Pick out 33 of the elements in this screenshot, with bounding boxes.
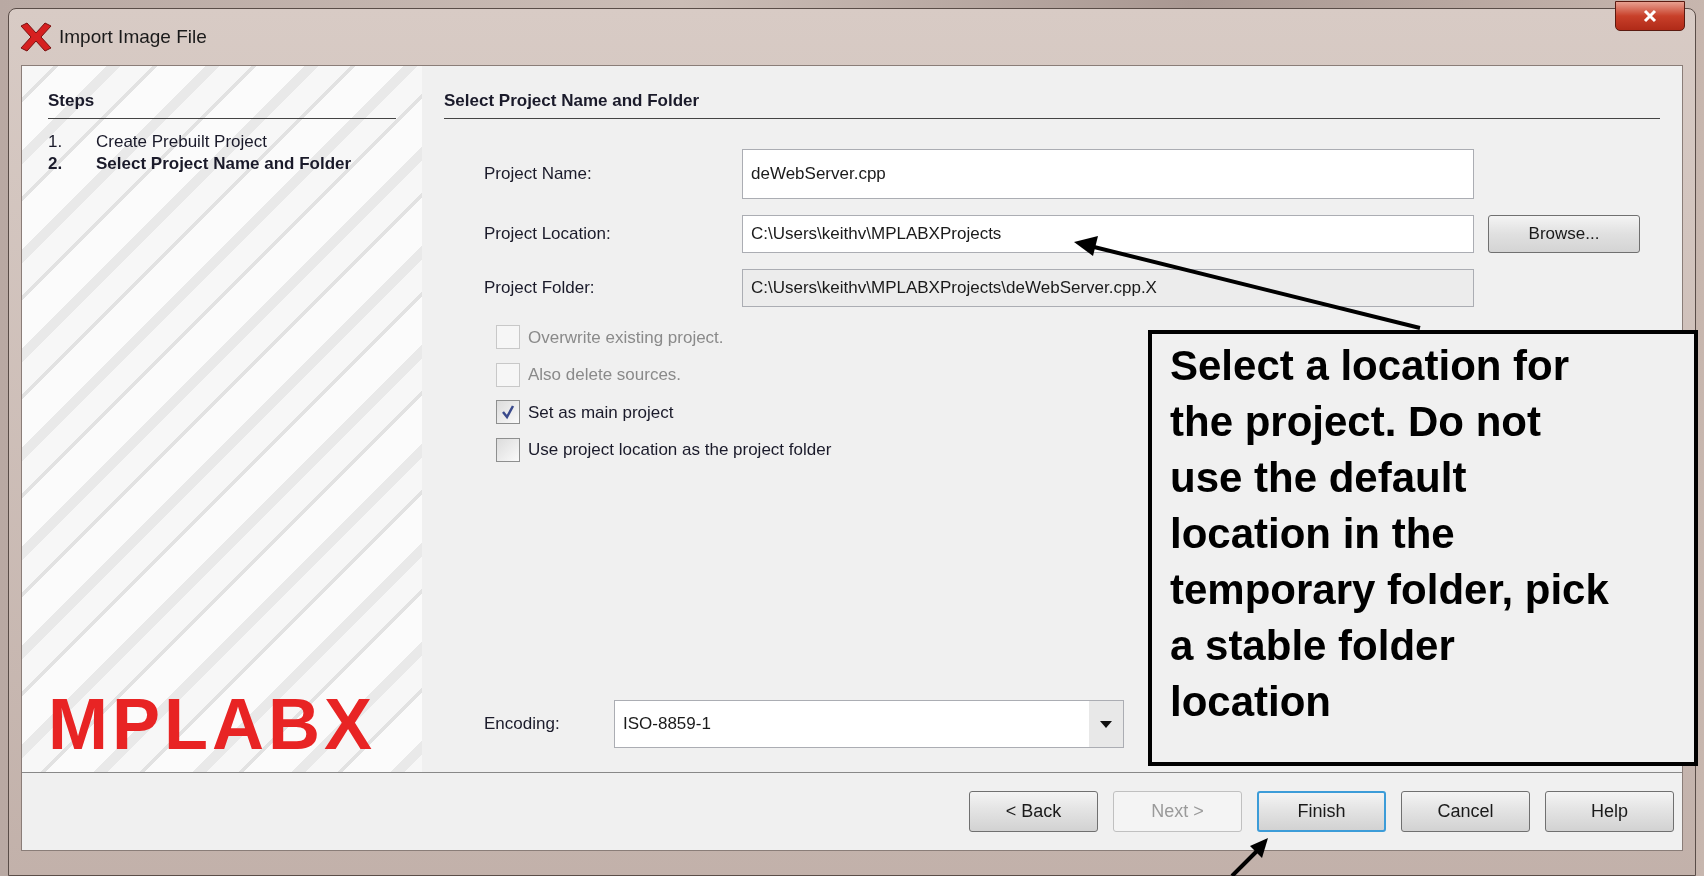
close-icon	[1643, 9, 1657, 23]
step-number: 1.	[48, 130, 64, 153]
checkmark-icon	[500, 404, 516, 421]
dropdown-caret-icon	[1100, 720, 1112, 728]
product-logo: MPLABX	[48, 688, 377, 760]
checkbox-label: Use project location as the project folder	[528, 439, 832, 461]
dialog-button[interactable]: Help	[1545, 791, 1674, 832]
checkbox[interactable]	[496, 400, 520, 425]
dialog-button[interactable]: Cancel	[1401, 791, 1530, 832]
callout-box: Select a location for the project. Do not use the default location in the temporary folder, pick a stable folder location	[1148, 330, 1698, 766]
checkbox-label: Also delete sources.	[528, 364, 682, 386]
checkbox[interactable]	[496, 437, 520, 462]
pointer-arrow	[1230, 838, 1268, 876]
steps-heading: Steps	[48, 88, 396, 119]
app-logo-icon	[19, 22, 53, 52]
panel-heading: Select Project Name and Folder	[444, 88, 1660, 119]
encoding-label: Encoding:	[484, 713, 561, 736]
text-field[interactable]: deWebServer.cpp	[742, 148, 1474, 199]
encoding-dropdown[interactable]: ISO-8859-1	[614, 700, 1124, 748]
dialog-button[interactable]: < Back	[969, 791, 1098, 832]
checkbox-label: Overwrite existing project.	[528, 326, 724, 349]
dialog-button[interactable]: Finish	[1257, 791, 1386, 832]
checkbox-label: Set as main project	[528, 401, 674, 424]
window-title: Import Image File	[59, 24, 207, 49]
browse-button[interactable]: Browse...	[1488, 214, 1640, 253]
step-number: 2.	[48, 152, 64, 175]
step-label: Select Project Name and Folder	[96, 152, 352, 175]
field-label: Project Name:	[484, 162, 593, 185]
step-label: Create Prebuilt Project	[96, 130, 268, 153]
close-button[interactable]	[1615, 1, 1685, 31]
field-label: Project Folder:	[484, 276, 596, 299]
field-label: Project Location:	[484, 222, 612, 245]
text-field[interactable]: C:\Users\keithv\MPLABXProjects	[742, 214, 1474, 253]
